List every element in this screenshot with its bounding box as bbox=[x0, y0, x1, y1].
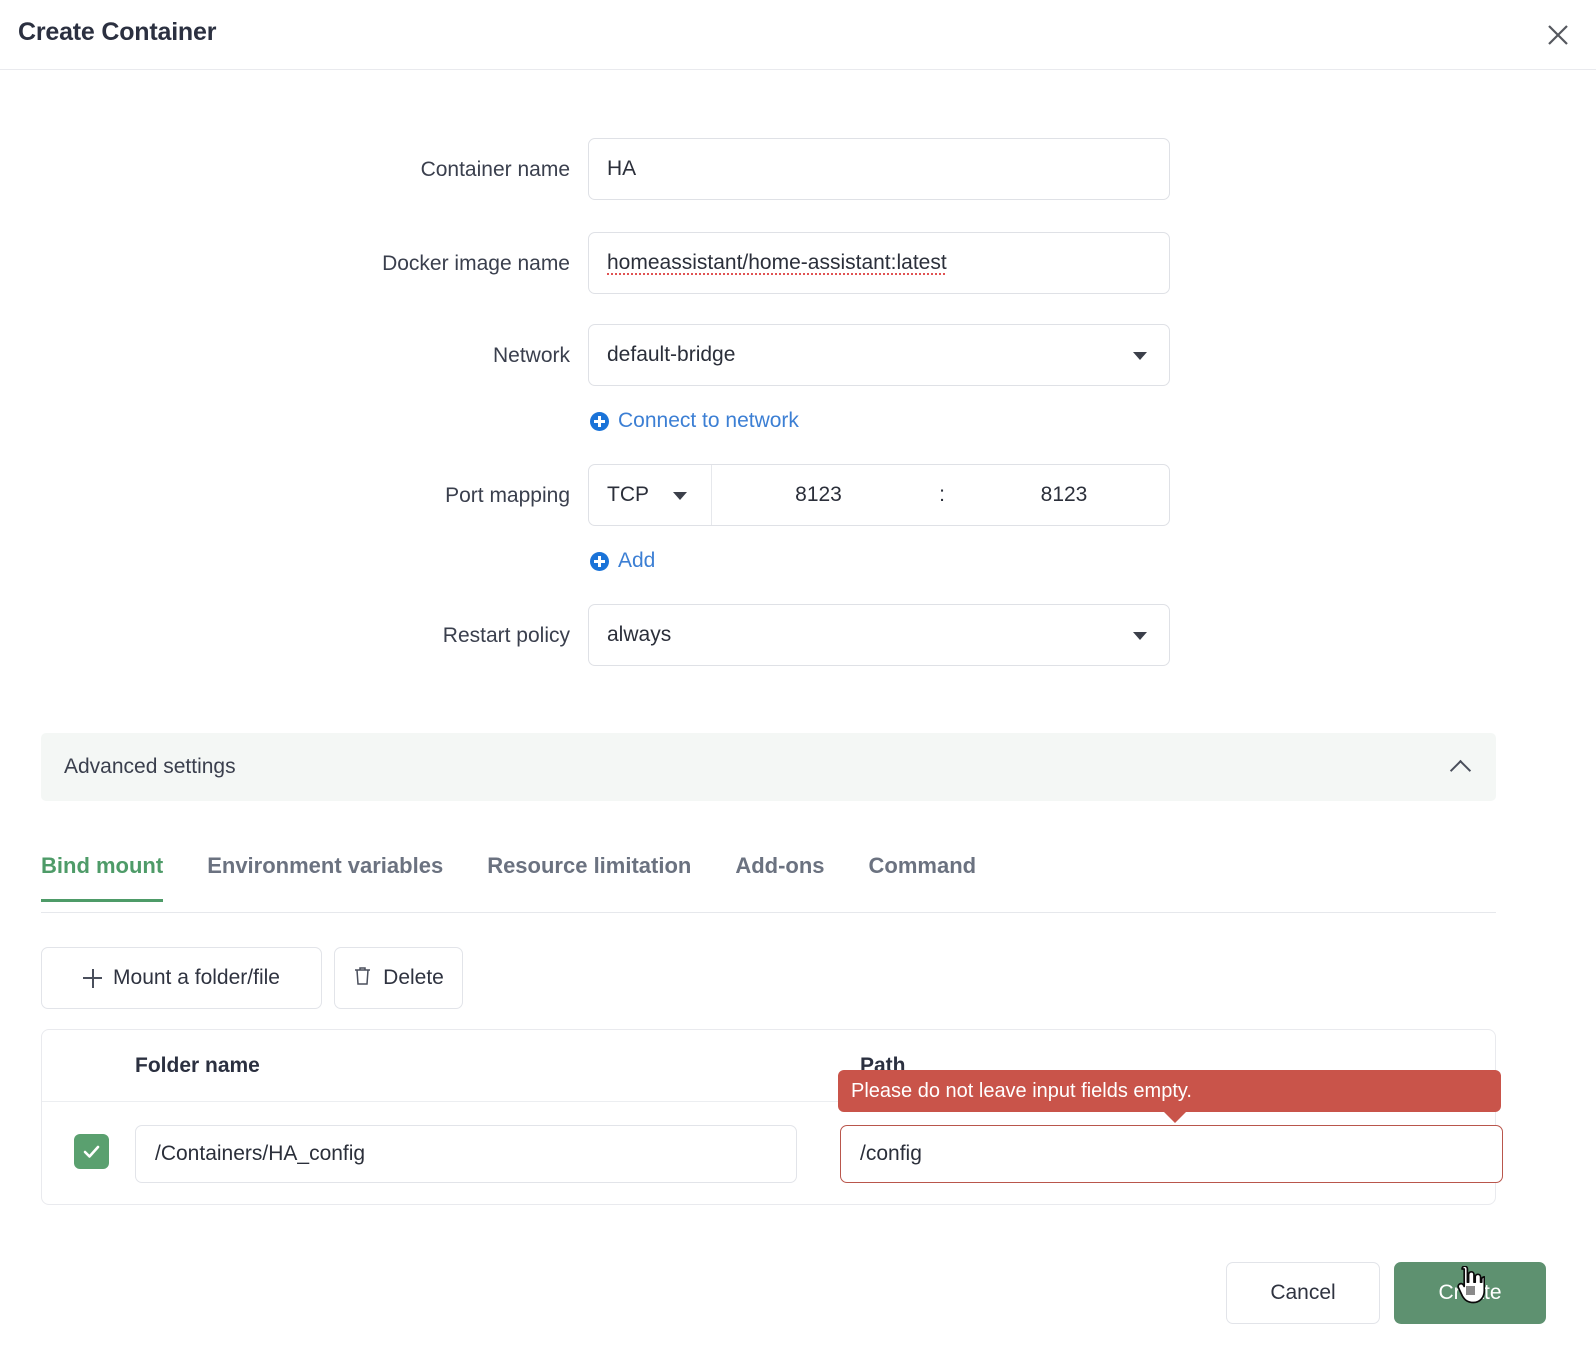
bind-mount-table: Folder name Path bbox=[41, 1029, 1503, 1205]
tab-bind-mount[interactable]: Bind mount bbox=[41, 845, 164, 902]
dialog-header: Create Container bbox=[0, 0, 1596, 70]
trash-icon bbox=[353, 965, 372, 992]
container-name-input[interactable] bbox=[588, 138, 1170, 200]
network-select[interactable]: default-bridge bbox=[588, 324, 1170, 386]
plus-circle-icon bbox=[590, 411, 609, 431]
chevron-down-icon bbox=[1133, 632, 1147, 640]
validation-error-message: Please do not leave input fields empty. bbox=[851, 1079, 1192, 1102]
host-port-input[interactable] bbox=[712, 465, 925, 525]
add-port-label: Add bbox=[618, 549, 656, 572]
advanced-settings-label: Advanced settings bbox=[64, 755, 236, 778]
delete-button[interactable]: Delete bbox=[334, 947, 463, 1009]
container-name-label: Container name bbox=[420, 158, 570, 181]
delete-label: Delete bbox=[383, 966, 444, 989]
port-mapping-label: Port mapping bbox=[445, 484, 570, 507]
restart-policy-select[interactable]: always bbox=[588, 604, 1170, 666]
table-row bbox=[42, 1102, 1503, 1204]
mount-folder-label: Mount a folder/file bbox=[113, 966, 280, 989]
restart-policy-label: Restart policy bbox=[442, 624, 570, 647]
column-header-folder-name: Folder name bbox=[135, 1054, 260, 1077]
create-container-dialog: Create Container Container name Docker i… bbox=[0, 0, 1596, 1370]
mount-folder-button[interactable]: Mount a folder/file bbox=[41, 947, 322, 1009]
add-port-link[interactable]: Add bbox=[590, 549, 655, 573]
docker-image-name-input[interactable]: homeassistant/home-assistant:latest bbox=[588, 232, 1170, 294]
port-mapping-group: TCP : bbox=[588, 464, 1170, 526]
port-separator: : bbox=[939, 483, 945, 506]
tab-command[interactable]: Command bbox=[869, 845, 977, 901]
connect-to-network-link[interactable]: Connect to network bbox=[590, 409, 799, 433]
close-icon[interactable] bbox=[1540, 17, 1576, 53]
connect-to-network-label: Connect to network bbox=[618, 409, 799, 432]
port-protocol-select[interactable]: TCP bbox=[589, 465, 712, 525]
tab-resource-limitation[interactable]: Resource limitation bbox=[487, 845, 691, 901]
tab-environment-variables[interactable]: Environment variables bbox=[207, 845, 443, 901]
network-selected-value: default-bridge bbox=[607, 343, 736, 366]
cancel-button[interactable]: Cancel bbox=[1226, 1262, 1380, 1324]
chevron-down-icon bbox=[1133, 352, 1147, 360]
docker-image-name-value: homeassistant/home-assistant:latest bbox=[607, 251, 947, 274]
advanced-settings-toggle[interactable]: Advanced settings bbox=[41, 733, 1496, 801]
validation-error-tooltip: Please do not leave input fields empty. bbox=[838, 1070, 1501, 1123]
tab-add-ons[interactable]: Add-ons bbox=[735, 845, 824, 901]
container-port-input[interactable] bbox=[959, 465, 1169, 525]
page-title: Create Container bbox=[18, 18, 217, 46]
docker-image-name-label: Docker image name bbox=[382, 252, 570, 275]
chevron-up-icon bbox=[1449, 759, 1472, 782]
port-protocol-value: TCP bbox=[607, 483, 649, 506]
path-input[interactable] bbox=[840, 1125, 1503, 1183]
restart-policy-value: always bbox=[607, 623, 672, 646]
plus-icon bbox=[83, 968, 103, 988]
chevron-down-icon bbox=[673, 492, 687, 500]
create-button[interactable]: Create bbox=[1394, 1262, 1546, 1324]
folder-name-input[interactable] bbox=[135, 1125, 797, 1183]
row-checkbox[interactable] bbox=[74, 1134, 109, 1169]
plus-circle-icon bbox=[590, 551, 609, 571]
advanced-tabs: Bind mount Environment variables Resourc… bbox=[41, 845, 1496, 913]
network-label: Network bbox=[492, 344, 570, 367]
